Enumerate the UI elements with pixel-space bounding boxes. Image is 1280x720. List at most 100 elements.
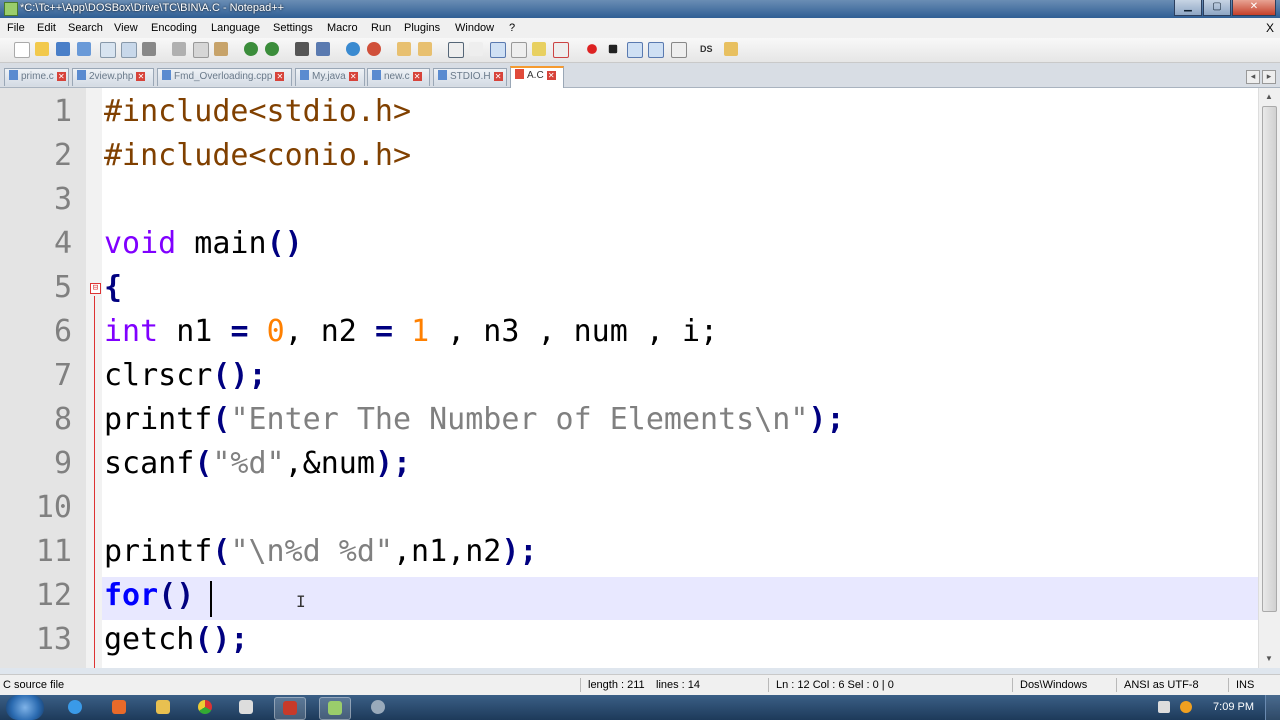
find-icon[interactable] [295,42,309,56]
extra-plugin-icon[interactable] [724,42,738,56]
document-map-icon[interactable] [532,42,546,56]
menu-help[interactable]: ? [509,22,515,34]
code-line[interactable]: for() [104,574,194,618]
code-line[interactable]: { [104,266,122,310]
tab-close-icon[interactable]: ✕ [56,72,66,81]
menu-settings[interactable]: Settings [273,22,313,34]
show-desktop-button[interactable] [1265,695,1280,720]
menu-run[interactable]: Run [371,22,391,34]
tab-2view-php[interactable]: 2view.php ✕ [72,68,154,86]
close-all-icon[interactable] [121,42,137,58]
zoom-out-icon[interactable] [367,42,381,56]
menu-view[interactable]: View [114,22,138,34]
status-line-endings[interactable]: Dos\Windows [1020,679,1087,691]
tab-scroll-right-icon[interactable]: ▸ [1262,70,1276,84]
taskbar-file-explorer[interactable] [148,697,178,718]
code-token: = [230,314,249,349]
code-editor[interactable]: ⊟ 1 #include<stdio.h> 2 #include<conio.h> 3 4… [0,88,1280,668]
tab-a-c[interactable]: A.C ✕ [510,66,564,88]
menu-window[interactable]: Window [455,22,494,34]
ds-icon[interactable]: DS [700,42,718,56]
menu-edit[interactable]: Edit [37,22,56,34]
user-language-icon[interactable] [511,42,527,58]
code-line[interactable]: clrscr(); [104,354,267,398]
undo-icon[interactable] [244,42,258,56]
close-icon[interactable] [100,42,116,58]
tab-close-icon[interactable]: ✕ [348,72,358,81]
sync-scroll-horizontal-icon[interactable] [418,42,432,56]
word-wrap-icon[interactable] [448,42,464,58]
code-line[interactable]: void main() [104,222,303,266]
sync-scroll-vertical-icon[interactable] [397,42,411,56]
taskbar-clock[interactable]: 7:09 PM [1213,701,1254,713]
tab-fmd-overloading-cpp[interactable]: Fmd_Overloading.cpp ✕ [157,68,292,86]
tab-prime-c[interactable]: prime.c ✕ [4,68,69,86]
code-line[interactable]: int n1 = 0, n2 = 1 , n3 , num , i; [104,310,718,354]
tray-expand-icon[interactable] [1158,701,1170,713]
taskbar-app[interactable] [363,697,393,718]
menu-search[interactable]: Search [68,22,103,34]
stop-recording-icon[interactable] [608,44,618,54]
cut-icon[interactable] [172,42,186,56]
indent-guide-icon[interactable] [490,42,506,58]
document-icon [300,70,309,80]
print-icon[interactable] [142,42,156,56]
tab-close-icon[interactable]: ✕ [136,72,146,81]
menu-macro[interactable]: Macro [327,22,358,34]
taskbar-internet-explorer[interactable] [60,697,90,718]
open-file-icon[interactable] [35,42,49,56]
scrollbar-thumb[interactable] [1262,106,1277,612]
tab-new-c[interactable]: new.c ✕ [367,68,430,86]
paste-icon[interactable] [214,42,228,56]
tray-app-icon[interactable] [1180,701,1192,713]
record-macro-icon[interactable] [587,44,597,54]
taskbar-chrome[interactable] [190,697,220,718]
menu-language[interactable]: Language [211,22,260,34]
tab-my-java[interactable]: My.java ✕ [295,68,365,86]
redo-icon[interactable] [265,42,279,56]
tab-close-icon[interactable]: ✕ [275,72,285,81]
minimize-button[interactable]: ▁ [1174,0,1202,16]
scroll-up-icon[interactable]: ▲ [1263,92,1275,104]
tab-label: A.C [527,70,544,81]
tab-stdio-h[interactable]: STDIO.H ✕ [433,68,507,86]
taskbar-notepad-plus-plus[interactable] [319,697,351,720]
fold-toggle-icon[interactable]: ⊟ [90,283,101,294]
start-button[interactable] [6,695,44,720]
save-all-icon[interactable] [77,42,91,56]
menu-file[interactable]: File [7,22,25,34]
function-list-icon[interactable] [553,42,569,58]
tab-close-icon[interactable]: ✕ [412,72,422,81]
menu-encoding[interactable]: Encoding [151,22,197,34]
code-line[interactable]: #include<conio.h> [104,134,411,178]
close-document-button[interactable]: X [1266,21,1274,35]
code-line[interactable]: scanf("%d",&num); [104,442,411,486]
replace-icon[interactable] [316,42,330,56]
menu-plugins[interactable]: Plugins [404,22,440,34]
zoom-in-icon[interactable] [346,42,360,56]
tab-scroll-left-icon[interactable]: ◂ [1246,70,1260,84]
copy-icon[interactable] [193,42,209,58]
taskbar-dosbox[interactable] [274,697,306,720]
notepad-plus-plus-icon [328,701,342,715]
save-icon[interactable] [56,42,70,56]
tab-close-icon[interactable]: ✕ [546,71,556,80]
code-line[interactable]: printf("Enter The Number of Elements\n")… [104,398,845,442]
play-multiple-icon[interactable] [648,42,664,58]
close-window-button[interactable]: ✕ [1232,0,1276,16]
status-encoding[interactable]: ANSI as UTF-8 [1124,679,1199,691]
scroll-down-icon[interactable]: ▼ [1263,654,1275,666]
new-file-icon[interactable] [14,42,30,58]
code-line[interactable]: #include<stdio.h> [104,90,411,134]
code-token: void [104,226,177,261]
taskbar-window[interactable] [231,697,261,718]
maximize-button[interactable]: ▢ [1203,0,1231,16]
tab-close-icon[interactable]: ✕ [493,72,503,81]
taskbar-media-app[interactable] [104,697,134,718]
save-macro-icon[interactable] [671,42,687,58]
play-macro-icon[interactable] [627,42,643,58]
code-line[interactable]: getch(); [104,618,249,662]
vertical-scrollbar[interactable]: ▲ ▼ [1258,88,1280,668]
show-all-characters-icon[interactable] [469,42,483,56]
code-line[interactable]: printf("\n%d %d",n1,n2); [104,530,538,574]
